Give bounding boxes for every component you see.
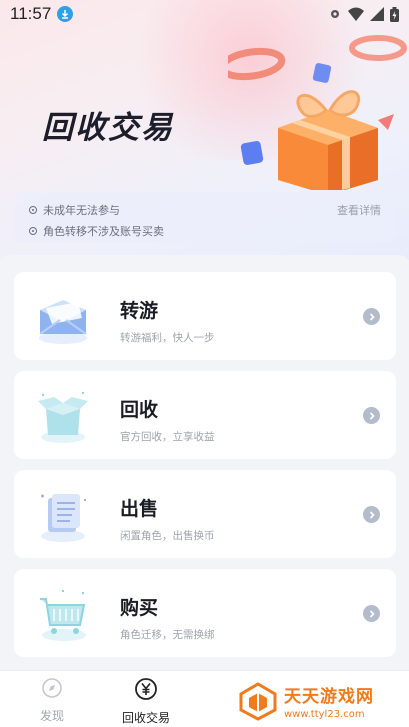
- watermark-logo: [239, 682, 277, 721]
- signal-icon: [370, 7, 384, 21]
- tab-recycle-trade[interactable]: 回收交易: [106, 677, 186, 726]
- battery-icon: [390, 6, 399, 22]
- wifi-icon: [348, 7, 364, 21]
- card-title: 购买: [120, 597, 159, 619]
- open-box-icon: [38, 392, 88, 443]
- card-recycle[interactable]: 回收 官方回收，立享收益: [14, 371, 396, 459]
- chevron-right-icon: [363, 407, 380, 424]
- card-subtitle: 角色迁移，无需换绑: [120, 629, 215, 641]
- notice-item: 未成年无法参与: [29, 202, 120, 218]
- envelope-icon: [39, 300, 87, 344]
- bullet-icon: [29, 206, 37, 214]
- chevron-right-icon: [363, 605, 380, 622]
- card-subtitle: 官方回收，立享收益: [120, 431, 215, 443]
- card-transfer[interactable]: 转游 转游福利，快人一步: [14, 272, 396, 360]
- shopping-cart-icon: [40, 590, 86, 641]
- watermark: 天天游戏网 www.ttyl23.com: [238, 680, 408, 722]
- gift-box-icon: [228, 35, 407, 190]
- chevron-right-icon: [363, 308, 380, 325]
- card-title: 出售: [120, 498, 159, 520]
- status-time: 11:57: [10, 4, 52, 23]
- card-title: 回收: [120, 399, 159, 421]
- compass-icon: [42, 678, 62, 698]
- status-bar: 11:57: [0, 0, 409, 28]
- chevron-right-icon: [363, 506, 380, 523]
- bullet-icon: [29, 227, 37, 235]
- tab-label: 回收交易: [121, 711, 170, 725]
- notice-card: 未成年无法参与 角色转移不涉及账号买卖 查看详情: [15, 192, 395, 242]
- view-details-link[interactable]: 查看详情: [337, 202, 381, 218]
- notice-text: 角色转移不涉及账号买卖: [43, 225, 164, 238]
- notice-item: 角色转移不涉及账号买卖: [29, 223, 164, 239]
- yen-coin-icon: [135, 678, 157, 700]
- watermark-url: www.ttyl23.com: [284, 709, 365, 720]
- card-sell[interactable]: 出售 闲置角色，出售换币: [14, 470, 396, 558]
- card-subtitle: 闲置角色，出售换币: [120, 530, 215, 542]
- document-icon: [41, 494, 86, 542]
- tab-label: 发现: [39, 709, 64, 723]
- download-icon: [57, 6, 74, 22]
- card-title: 转游: [120, 300, 159, 322]
- card-buy[interactable]: 购买 角色迁移，无需换绑: [14, 569, 396, 657]
- watermark-name: 天天游戏网: [284, 687, 374, 707]
- content-panel: 转游 转游福利，快人一步 回收 官方回收，立享收益 出售 闲置角色，出售换币 购…: [0, 255, 409, 670]
- tab-discover[interactable]: 发现: [12, 677, 92, 724]
- settings-icon: [331, 10, 339, 18]
- card-subtitle: 转游福利，快人一步: [120, 332, 215, 344]
- page-title: 回收交易: [42, 110, 174, 146]
- notice-text: 未成年无法参与: [43, 204, 120, 217]
